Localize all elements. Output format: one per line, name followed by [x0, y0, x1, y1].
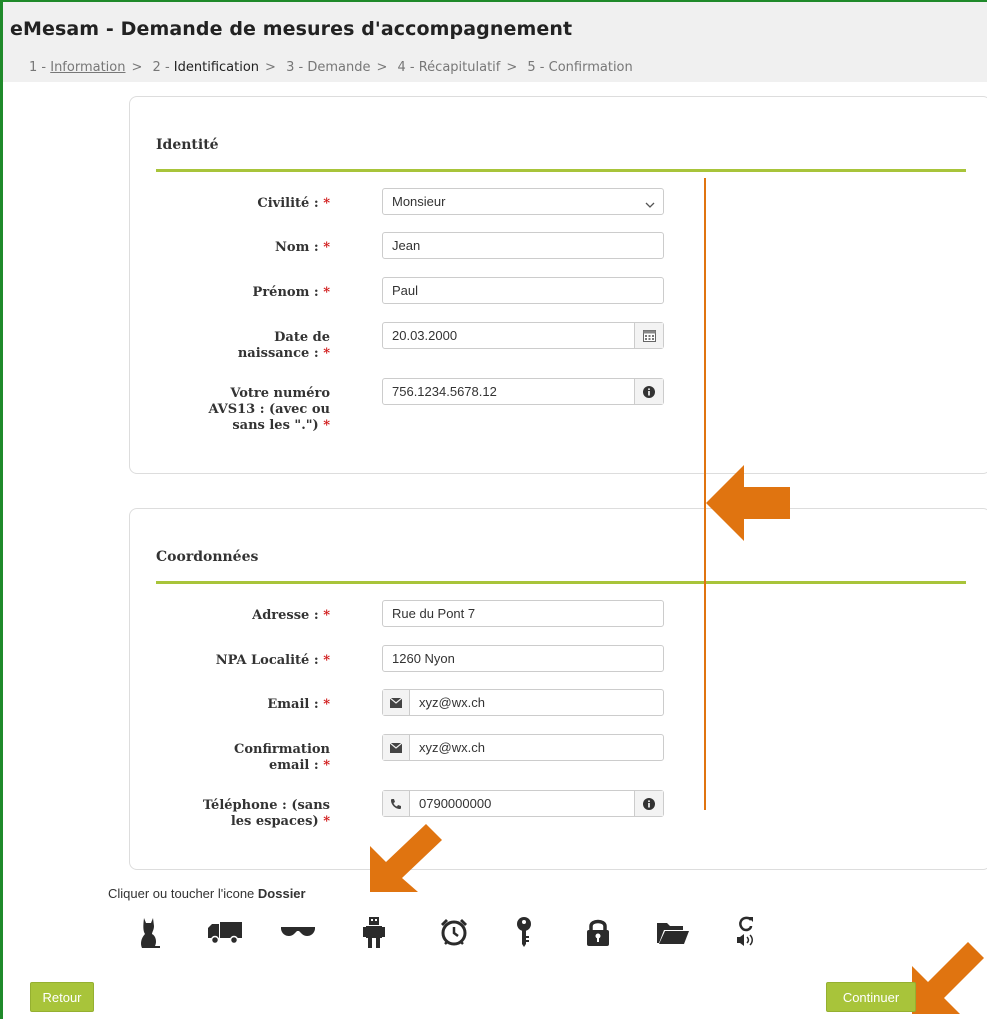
step-separator: >: [131, 60, 143, 75]
annotation-arrow-left: [706, 465, 790, 541]
adresse-input[interactable]: Rue du Pont 7: [382, 600, 664, 627]
avs-input[interactable]: 756.1234.5678.12: [382, 378, 664, 405]
step-separator: >: [376, 60, 388, 75]
step-5-label: Confirmation: [548, 60, 633, 75]
cat-icon[interactable]: [129, 912, 169, 952]
calendar-icon[interactable]: [634, 323, 663, 348]
step-1-number: 1 -: [29, 60, 51, 75]
annotation-arrow-folder: [370, 824, 442, 892]
captcha-icons: [0, 912, 987, 952]
contact-rule: [156, 581, 966, 584]
confirm-email-label: Confirmation email : *: [233, 742, 330, 773]
nom-label: Nom : *: [275, 240, 330, 255]
phone-icon: [383, 791, 410, 816]
step-5-number: 5 -: [527, 60, 549, 75]
avs-label: Votre numéro AVS13 : (avec ou sans les "…: [208, 386, 330, 433]
chevron-down-icon: [645, 195, 655, 220]
back-button[interactable]: Retour: [30, 982, 94, 1012]
folder-icon[interactable]: [653, 912, 693, 952]
captcha-hint: Cliquer ou toucher l'icone Dossier: [108, 886, 306, 901]
step-1-link[interactable]: Information: [50, 60, 125, 75]
page-title: eMesam - Demande de mesures d'accompagne…: [10, 18, 573, 40]
alarm-clock-icon[interactable]: [434, 912, 474, 952]
email-input[interactable]: xyz@wx.ch: [382, 689, 664, 716]
contact-title: Coordonnées: [156, 549, 259, 565]
step-4-number: 4 -: [397, 60, 419, 75]
telephone-label: Téléphone : (sans les espaces) *: [202, 798, 330, 829]
prenom-input[interactable]: Paul: [382, 277, 664, 304]
page-header: eMesam - Demande de mesures d'accompagne…: [3, 2, 987, 82]
robot-icon[interactable]: [354, 912, 394, 952]
step-3-number: 3 -: [286, 60, 308, 75]
captcha-target: Dossier: [257, 886, 306, 901]
sunglasses-icon[interactable]: [278, 912, 318, 952]
step-separator: >: [506, 60, 518, 75]
lock-icon[interactable]: [578, 912, 618, 952]
audio-refresh-icon[interactable]: [726, 912, 766, 952]
continue-button[interactable]: Continuer: [826, 982, 916, 1012]
step-3-label: Demande: [307, 60, 371, 75]
breadcrumb: 1 - Information > 2 - Identification > 3 -…: [29, 60, 633, 75]
identity-rule: [156, 169, 966, 172]
npa-label: NPA Localité : *: [215, 653, 330, 668]
civilite-select[interactable]: Monsieur: [382, 188, 664, 215]
step-4-label: Récapitulatif: [418, 60, 501, 75]
confirm-email-input[interactable]: xyz@wx.ch: [382, 734, 664, 761]
prenom-label: Prénom : *: [252, 285, 330, 300]
telephone-input[interactable]: 0790000000: [382, 790, 664, 817]
nom-input[interactable]: Jean: [382, 232, 664, 259]
envelope-icon: [383, 735, 410, 760]
step-2-current: Identification: [173, 60, 260, 75]
step-2-number: 2 -: [152, 60, 174, 75]
adresse-label: Adresse : *: [252, 608, 330, 623]
civilite-label: Civilité : *: [257, 196, 330, 211]
naissance-label: Date de naissance : *: [237, 330, 330, 361]
email-label: Email : *: [267, 697, 330, 712]
step-separator: >: [265, 60, 276, 75]
envelope-icon: [383, 690, 410, 715]
identity-title: Identité: [156, 137, 219, 153]
key-icon[interactable]: [504, 912, 544, 952]
info-icon[interactable]: [634, 791, 663, 816]
npa-input[interactable]: 1260 Nyon: [382, 645, 664, 672]
window-frame-left: [0, 0, 3, 1019]
birthdate-input[interactable]: 20.03.2000: [382, 322, 664, 349]
info-icon[interactable]: [634, 379, 663, 404]
truck-icon[interactable]: [205, 912, 245, 952]
